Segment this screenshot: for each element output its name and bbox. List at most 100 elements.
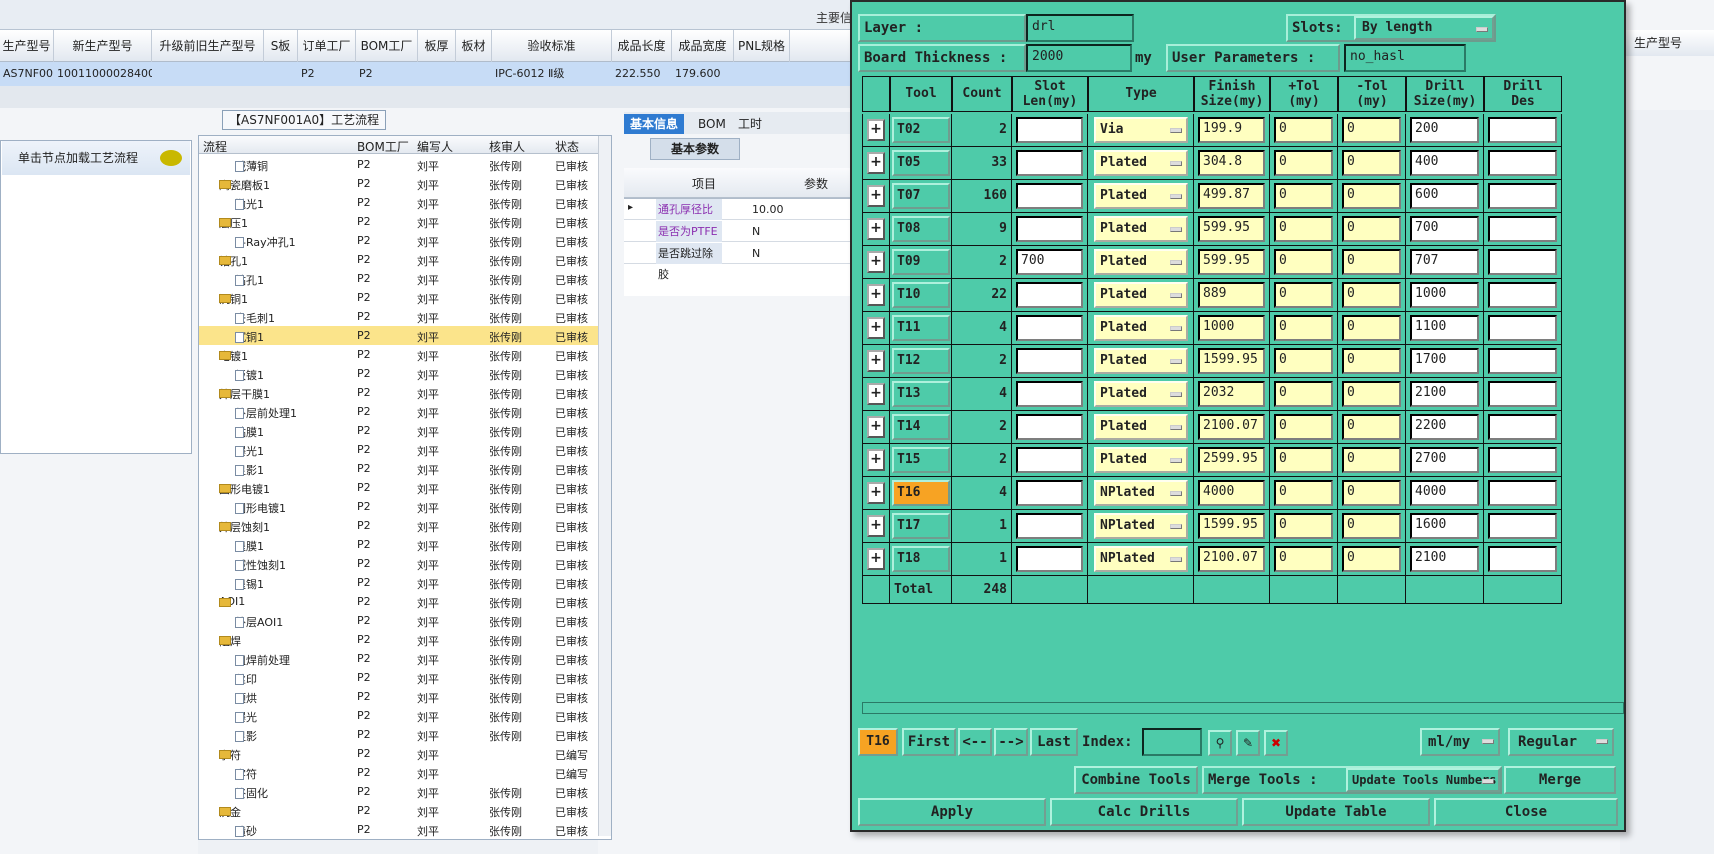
tool-button[interactable]: T12 — [892, 348, 950, 374]
merge-tools-dropdown[interactable]: Update Tools Numbers — [1346, 768, 1500, 792]
tree-row[interactable]: −钻孔1 P2 刘平 张传刚 已审核 — [199, 250, 599, 269]
slot-length-input[interactable] — [1016, 381, 1083, 407]
slot-length-input[interactable] — [1016, 480, 1083, 506]
drill-des-input[interactable] — [1488, 348, 1557, 374]
drill-des-input[interactable] — [1488, 546, 1557, 572]
tree-row[interactable]: 沉铜1 P2 刘平 张传刚 已审核 — [199, 326, 599, 345]
plus-tol-input[interactable]: 0 — [1274, 249, 1333, 275]
type-dropdown[interactable]: Plated — [1094, 216, 1188, 242]
type-dropdown[interactable]: NPlated — [1094, 513, 1188, 539]
minus-tol-input[interactable]: 0 — [1342, 348, 1401, 374]
plus-tol-input[interactable]: 0 — [1274, 414, 1333, 440]
drill-des-input[interactable] — [1488, 414, 1557, 440]
type-dropdown[interactable]: Plated — [1094, 414, 1188, 440]
drill-size-input[interactable]: 2700 — [1410, 447, 1479, 473]
minus-tol-input[interactable]: 0 — [1342, 282, 1401, 308]
tab-basic-info[interactable]: 基本信息 — [624, 114, 685, 134]
tree-row[interactable]: 外层前处理1 P2 刘平 张传刚 已审核 — [199, 402, 599, 421]
drill-des-input[interactable] — [1488, 150, 1557, 176]
tree-row[interactable]: 抛光1 P2 刘平 张传刚 已审核 — [199, 193, 599, 212]
tool-button[interactable]: T14 — [892, 414, 950, 440]
finish-size-input[interactable]: 2032 — [1198, 381, 1265, 407]
type-dropdown[interactable]: Plated — [1094, 249, 1188, 275]
tab-work-hours[interactable]: 工时 — [732, 114, 768, 134]
slot-length-input[interactable] — [1016, 447, 1083, 473]
search-icon[interactable]: ⚲ — [1208, 730, 1232, 756]
type-dropdown[interactable]: NPlated — [1094, 546, 1188, 572]
flow-horizontal-scrollbar[interactable] — [198, 840, 598, 854]
expand-icon[interactable]: + — [867, 515, 885, 537]
param-row[interactable]: ▸ 通孔厚径比 10.00 — [624, 199, 860, 220]
flow-tree[interactable]: 流程BOM工厂编写人核审人状态 减薄铜P2刘平张传刚已审核−陶瓷磨板1P2刘平张… — [198, 135, 612, 840]
plus-tol-input[interactable]: 0 — [1274, 117, 1333, 143]
first-button[interactable]: First — [902, 728, 956, 756]
tree-row[interactable]: −层压1 P2 刘平 张传刚 已审核 — [199, 212, 599, 231]
grid-data-row[interactable]: AS7NF001A010011000028400 P2 P2 IPC-6012 Ⅱ级 2… — [0, 62, 860, 86]
tree-row[interactable]: 喷砂 P2 刘平 张传刚 已审核 — [199, 820, 599, 839]
plus-tol-input[interactable]: 0 — [1274, 447, 1333, 473]
tree-row[interactable]: 丝印 P2 刘平 张传刚 已审核 — [199, 668, 599, 687]
slot-length-input[interactable] — [1016, 117, 1083, 143]
slot-length-input[interactable] — [1016, 513, 1083, 539]
finish-size-input[interactable]: 599.95 — [1198, 216, 1265, 242]
drill-size-input[interactable]: 1700 — [1410, 348, 1479, 374]
tree-row[interactable]: X-Ray冲孔1 P2 刘平 张传刚 已审核 — [199, 231, 599, 250]
finish-size-input[interactable]: 199.9 — [1198, 117, 1265, 143]
drill-des-input[interactable] — [1488, 480, 1557, 506]
drill-des-input[interactable] — [1488, 183, 1557, 209]
tool-button[interactable]: T10 — [892, 282, 950, 308]
grid-horizontal-scrollbar[interactable] — [862, 702, 1624, 714]
type-dropdown[interactable]: Plated — [1094, 282, 1188, 308]
finish-size-input[interactable]: 2100.07 — [1198, 546, 1265, 572]
minus-tol-input[interactable]: 0 — [1342, 480, 1401, 506]
param-row[interactable]: 是否跳过除胶 N — [624, 243, 860, 281]
drill-size-input[interactable]: 1600 — [1410, 513, 1479, 539]
tree-row[interactable]: 外层AOI1 P2 刘平 张传刚 已审核 — [199, 611, 599, 630]
thickness-field[interactable]: 2000 — [1026, 44, 1132, 72]
tool-button[interactable]: T13 — [892, 381, 950, 407]
tree-row[interactable]: 字符 P2 刘平 已编写 — [199, 763, 599, 782]
tool-button[interactable]: T05 — [892, 150, 950, 176]
drill-size-input[interactable]: 1100 — [1410, 315, 1479, 341]
finish-size-input[interactable]: 2100.07 — [1198, 414, 1265, 440]
finish-size-input[interactable]: 889 — [1198, 282, 1265, 308]
combine-tools-button[interactable]: Combine Tools — [1074, 766, 1198, 794]
tree-row[interactable]: −电镀1 P2 刘平 张传刚 已审核 — [199, 345, 599, 364]
minus-tol-input[interactable]: 0 — [1342, 381, 1401, 407]
node-panel[interactable] — [0, 140, 192, 454]
plus-tol-input[interactable]: 0 — [1274, 381, 1333, 407]
calc-drills-button[interactable]: Calc Drills — [1050, 798, 1238, 826]
drill-size-input[interactable]: 4000 — [1410, 480, 1479, 506]
minus-tol-input[interactable]: 0 — [1342, 216, 1401, 242]
plus-tol-input[interactable]: 0 — [1274, 480, 1333, 506]
expand-icon[interactable]: + — [867, 284, 885, 306]
finish-size-input[interactable]: 1000 — [1198, 315, 1265, 341]
tool-button[interactable]: T15 — [892, 447, 950, 473]
finish-size-input[interactable]: 599.95 — [1198, 249, 1265, 275]
expand-icon[interactable]: + — [867, 548, 885, 570]
flow-vertical-scrollbar[interactable] — [598, 136, 611, 836]
finish-size-input[interactable]: 4000 — [1198, 480, 1265, 506]
tree-row[interactable]: −阻焊 P2 刘平 张传刚 已审核 — [199, 630, 599, 649]
drill-des-input[interactable] — [1488, 282, 1557, 308]
plus-tol-input[interactable]: 0 — [1274, 315, 1333, 341]
expand-icon[interactable]: + — [867, 218, 885, 240]
units-dropdown[interactable]: ml/my — [1420, 728, 1500, 756]
tree-row[interactable]: 预烘 P2 刘平 张传刚 已审核 — [199, 687, 599, 706]
tool-button[interactable]: T16 — [892, 480, 950, 506]
user-params-field[interactable]: no_hasl — [1344, 44, 1466, 72]
edit-icon[interactable]: ✎ — [1236, 730, 1260, 756]
drill-des-input[interactable] — [1488, 216, 1557, 242]
prev-button[interactable]: <-- — [958, 728, 992, 756]
drill-size-input[interactable]: 200 — [1410, 117, 1479, 143]
tree-row[interactable]: 碱性蚀刻1 P2 刘平 张传刚 已审核 — [199, 554, 599, 573]
tree-row[interactable]: 钻孔1 P2 刘平 张传刚 已审核 — [199, 269, 599, 288]
tree-row[interactable]: 减薄铜 P2 刘平 张传刚 已审核 — [199, 155, 599, 174]
minus-tol-input[interactable]: 0 — [1342, 447, 1401, 473]
drill-des-input[interactable] — [1488, 381, 1557, 407]
type-dropdown[interactable]: Plated — [1094, 348, 1188, 374]
slot-length-input[interactable] — [1016, 348, 1083, 374]
update-table-button[interactable]: Update Table — [1242, 798, 1430, 826]
minus-tol-input[interactable]: 0 — [1342, 117, 1401, 143]
tree-row[interactable]: −AOI1 P2 刘平 张传刚 已审核 — [199, 592, 599, 611]
